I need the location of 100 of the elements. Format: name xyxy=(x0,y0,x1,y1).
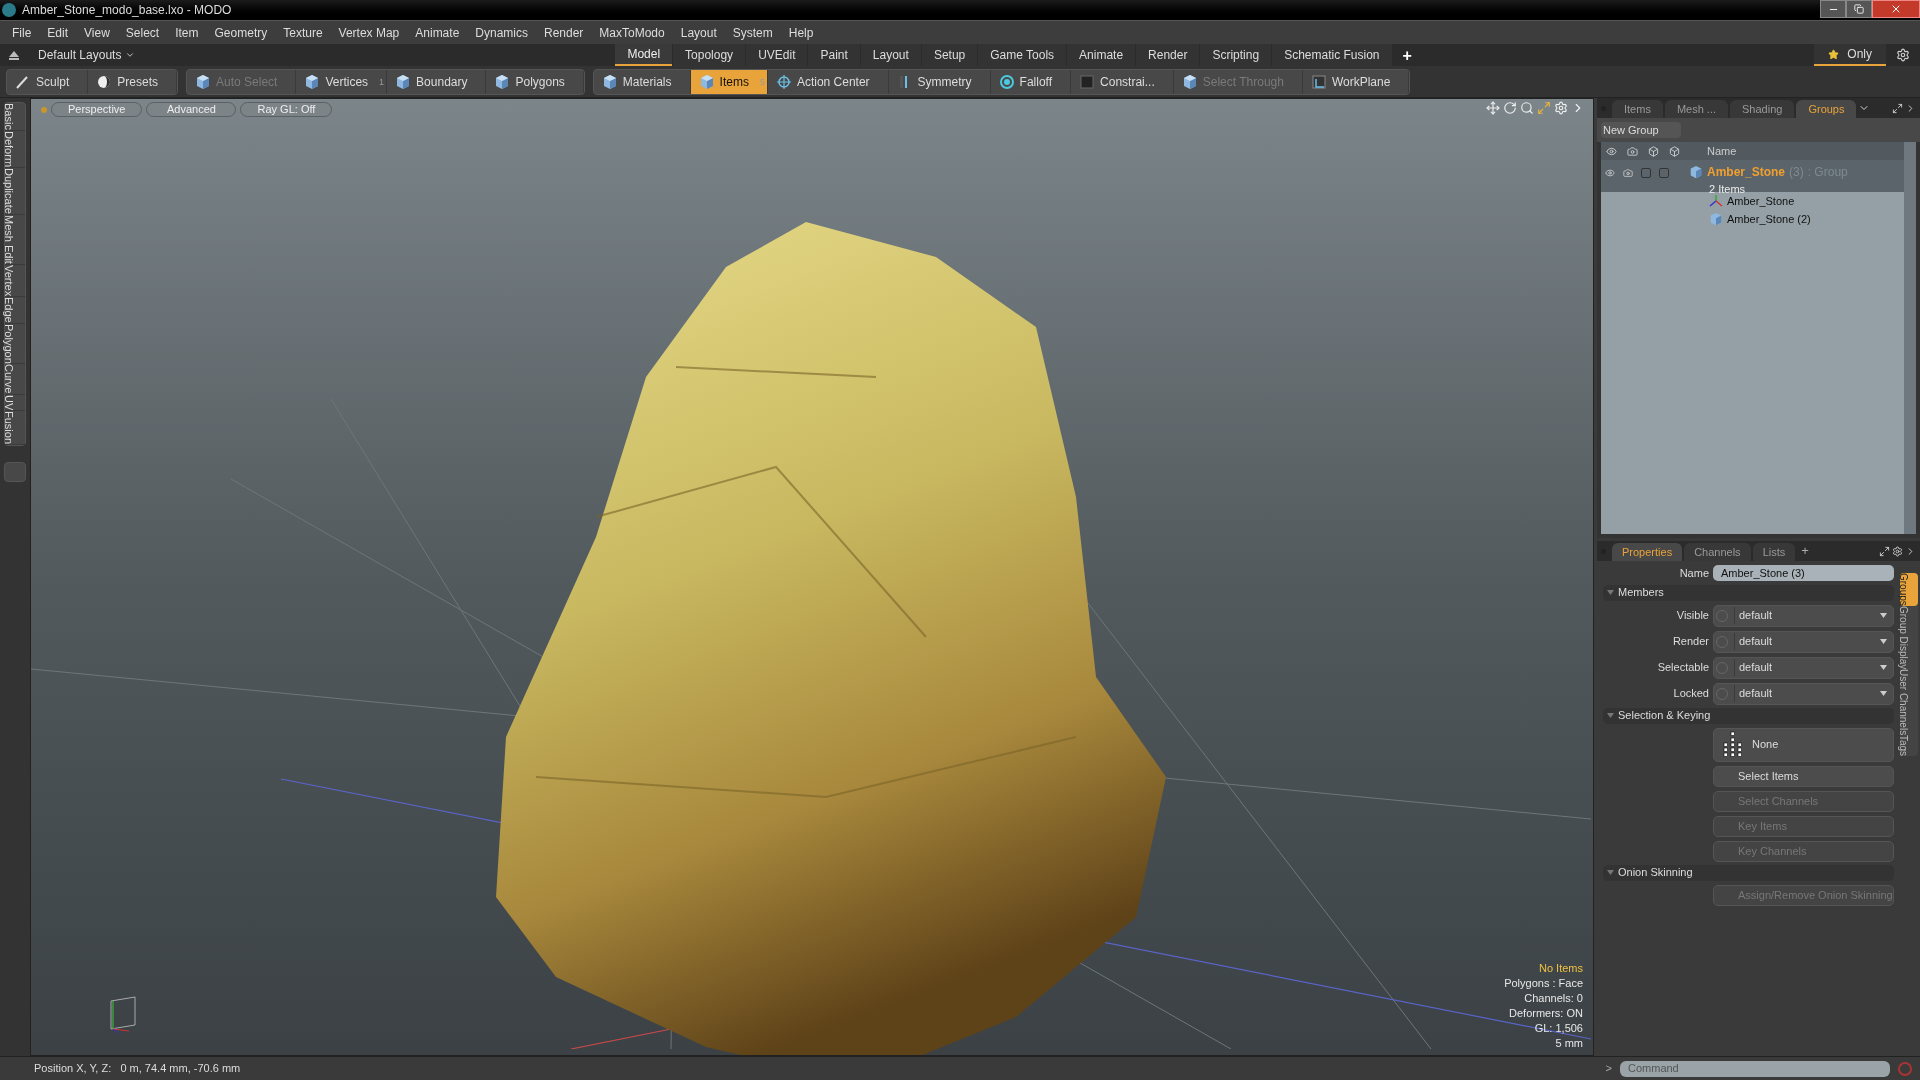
layout-tab[interactable]: Layout xyxy=(860,44,921,66)
layout-tab[interactable]: Scripting xyxy=(1200,44,1272,66)
side-tab[interactable]: Deform xyxy=(5,130,25,168)
panel-tab[interactable]: Lists xyxy=(1752,543,1796,561)
side-tab[interactable]: Duplicate xyxy=(5,167,25,215)
record-icon[interactable] xyxy=(1898,1061,1912,1076)
side-tab[interactable]: Group Display xyxy=(1900,605,1918,670)
zoom-icon[interactable] xyxy=(1520,101,1534,115)
menu-item[interactable]: Render xyxy=(538,23,590,42)
panel-tab[interactable]: Items xyxy=(1612,100,1663,118)
menu-item[interactable]: System xyxy=(726,23,779,42)
menu-item[interactable]: Dynamics xyxy=(469,23,534,42)
window-title: Amber_Stone_modo_base.lxo - MODO xyxy=(22,2,232,19)
side-tab[interactable]: Groups xyxy=(1900,573,1918,606)
panel-tab[interactable]: Properties xyxy=(1612,543,1683,561)
add-tab-button[interactable]: + xyxy=(1797,541,1813,561)
name-field[interactable]: Amber_Stone (3) xyxy=(1713,565,1894,582)
menu-item[interactable]: Select xyxy=(119,23,166,42)
menu-item[interactable]: Help xyxy=(782,23,820,42)
toolbar-button[interactable]: Materials xyxy=(593,69,691,94)
visibility-icon[interactable] xyxy=(1605,168,1615,178)
minimize-button[interactable] xyxy=(1820,0,1846,18)
layout-tab[interactable]: UVEdit xyxy=(746,44,808,66)
side-tab[interactable]: Tags xyxy=(1900,735,1918,757)
panel-tab[interactable]: Shading xyxy=(1730,100,1795,118)
menu-item[interactable]: View xyxy=(78,23,116,42)
layout-tab[interactable]: Render xyxy=(1136,44,1200,66)
menu-item[interactable]: Texture xyxy=(277,23,329,42)
dropdown[interactable]: default xyxy=(1713,604,1894,627)
layout-tab[interactable]: Schematic Fusion xyxy=(1272,44,1392,66)
side-tab[interactable]: Fusion xyxy=(5,411,25,446)
settings-icon[interactable] xyxy=(1892,545,1903,557)
render-icon[interactable] xyxy=(1623,168,1633,178)
layout-tab[interactable]: Paint xyxy=(808,44,860,66)
side-tab[interactable]: Edge xyxy=(5,296,25,324)
checkbox[interactable] xyxy=(1641,168,1651,178)
section-header[interactable]: Onion Skinning xyxy=(1603,864,1894,881)
layout-tab[interactable]: Game Tools xyxy=(978,44,1067,66)
layout-tab[interactable]: Topology xyxy=(673,44,746,66)
viewport-info-text: Polygons : Face xyxy=(1504,976,1583,991)
checkbox[interactable] xyxy=(1659,168,1669,178)
scrollbar[interactable] xyxy=(1904,142,1916,534)
toolbar-button[interactable]: Sculpt xyxy=(7,69,89,94)
filter-button[interactable]: Only xyxy=(1814,44,1886,66)
maximize-icon[interactable] xyxy=(1892,102,1903,114)
toolbar-button[interactable]: Symmetry xyxy=(888,69,991,94)
panel-tab[interactable]: Channels xyxy=(1684,543,1751,561)
fit-icon[interactable] xyxy=(1537,101,1551,115)
side-tab[interactable]: Curve xyxy=(5,364,25,395)
menu-item[interactable]: Geometry xyxy=(208,23,274,42)
panel-tab[interactable]: Mesh ... xyxy=(1664,100,1729,118)
square-icon xyxy=(1079,73,1096,90)
side-tab[interactable]: Polygon xyxy=(5,323,25,365)
toolbar-button[interactable]: Constrai... xyxy=(1071,69,1174,94)
menu-item[interactable]: Animate xyxy=(409,23,466,42)
menu-item[interactable]: File xyxy=(6,23,38,42)
menu-item[interactable]: Item xyxy=(169,23,205,42)
settings-icon[interactable] xyxy=(1896,48,1910,62)
toolbar-button[interactable]: Boundary xyxy=(387,69,487,94)
maximize-button[interactable] xyxy=(1846,0,1872,18)
preset-button[interactable]: None xyxy=(1713,727,1894,762)
side-tab[interactable]: Vertex xyxy=(5,264,25,297)
menu-item[interactable]: Layout xyxy=(674,23,723,42)
close-button[interactable] xyxy=(1872,0,1920,18)
panel-tab[interactable]: Groups xyxy=(1796,100,1857,118)
layout-tab[interactable]: Animate xyxy=(1067,44,1136,66)
menu-item[interactable]: MaxToModo xyxy=(593,23,671,42)
layout-selector[interactable]: Default Layouts xyxy=(38,46,136,64)
layout-tab[interactable]: Model xyxy=(615,44,673,66)
menu-item[interactable]: Vertex Map xyxy=(332,23,406,42)
dropdown[interactable]: default xyxy=(1713,630,1894,653)
side-tab[interactable]: UV xyxy=(5,394,25,412)
toolbar-button[interactable]: Vertices 1 xyxy=(296,69,388,94)
menu-item[interactable]: Edit xyxy=(41,23,75,42)
toolbar-button[interactable]: Items 5 xyxy=(690,69,768,94)
new-group-button[interactable]: New Group xyxy=(1601,122,1681,138)
section-header[interactable]: Members xyxy=(1603,584,1894,601)
rotate-icon[interactable] xyxy=(1503,101,1517,115)
tree-item[interactable]: Amber_Stone (2) xyxy=(1601,210,1904,228)
toolbar-button[interactable]: WorkPlane xyxy=(1302,69,1410,94)
toolbar-button[interactable]: Presets xyxy=(88,69,178,94)
action-button[interactable]: Select Items xyxy=(1713,765,1894,787)
toolbar-button[interactable]: Polygons xyxy=(486,69,584,94)
toolbar-button[interactable]: Action Center xyxy=(767,69,889,94)
lock-cube-icon xyxy=(1648,145,1659,157)
tab-button[interactable] xyxy=(4,462,26,483)
layout-tab[interactable]: Setup xyxy=(921,44,978,66)
section-header[interactable]: Selection & Keying xyxy=(1603,707,1894,724)
dropdown[interactable]: default xyxy=(1713,656,1894,679)
pan-icon[interactable] xyxy=(1486,101,1500,115)
dropdown[interactable]: default xyxy=(1713,682,1894,705)
add-tab-button[interactable]: + xyxy=(1392,44,1422,66)
command-field[interactable]: Command xyxy=(1620,1060,1890,1077)
caret-icon xyxy=(1880,691,1887,696)
toolbar-button[interactable]: Falloff xyxy=(990,69,1072,94)
side-tab[interactable]: Basic xyxy=(5,103,25,131)
collapse-arrow-icon[interactable] xyxy=(8,49,20,61)
side-tab[interactable]: Mesh Edit xyxy=(5,214,25,265)
count-label: 5 xyxy=(759,75,765,89)
maximize-icon[interactable] xyxy=(1879,545,1890,557)
